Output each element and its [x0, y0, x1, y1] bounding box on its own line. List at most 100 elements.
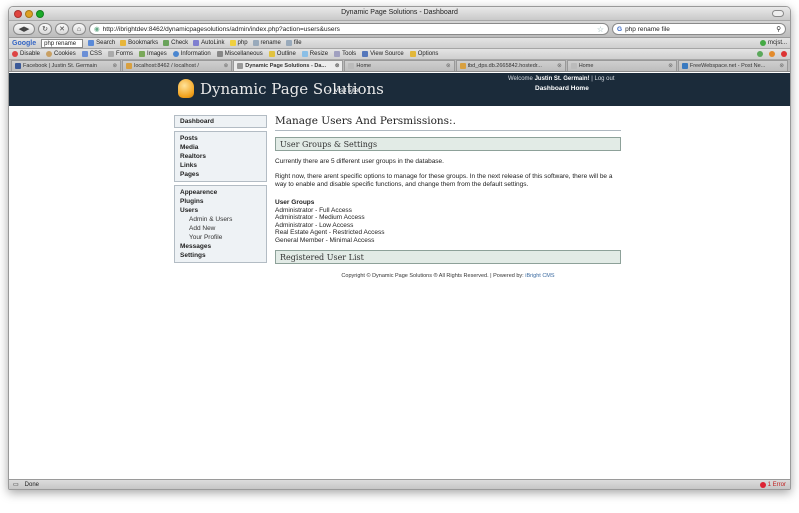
tab-freewebspace[interactable]: FreeWebspace.net - Post Ne... ⊗: [677, 60, 788, 71]
sidebar-subitem-your-profile[interactable]: Your Profile: [180, 233, 261, 242]
tab-close-icon[interactable]: ⊗: [224, 63, 229, 69]
user-groups-heading: User Groups: [275, 199, 315, 206]
list-item: General Member - Minimal Access: [275, 236, 375, 244]
google-term-rename[interactable]: rename: [252, 40, 281, 46]
tab-home[interactable]: Home ⊗: [344, 60, 455, 71]
account-icon: [760, 40, 766, 46]
star-icon: [120, 40, 127, 46]
list-item: Administrator - Low Access: [275, 221, 354, 229]
wd-view-source[interactable]: View Source: [362, 51, 404, 57]
resize-icon: [301, 51, 308, 57]
tab-close-icon[interactable]: ⊗: [668, 63, 673, 69]
logout-link[interactable]: Log out: [595, 76, 615, 82]
reload-button[interactable]: ↻: [38, 23, 52, 35]
google-term-php[interactable]: php: [229, 40, 248, 46]
sidebar-subitem-admin-users[interactable]: Admin & Users: [180, 215, 261, 224]
google-account-button[interactable]: mcjst...: [760, 40, 787, 46]
tab-home-2[interactable]: Home ⊗: [566, 60, 677, 71]
tab-close-icon[interactable]: ⊗: [779, 63, 784, 69]
stop-icon: ✕: [59, 26, 65, 33]
tab-close-icon[interactable]: ⊗: [113, 63, 118, 69]
sidebar-item-pages[interactable]: Pages: [180, 170, 261, 179]
tab-localhost[interactable]: localhost:8462 / localhost / ⊗: [122, 60, 233, 71]
browser-window: Dynamic Page Solutions - Dashboard ◀▶ ↻ …: [8, 6, 791, 490]
sidebar-item-posts[interactable]: Posts: [180, 134, 261, 143]
user-groups-panel-header[interactable]: User Groups & Settings: [275, 137, 621, 151]
sidebar-group-content: Posts Media Realtors Links Pages: [174, 131, 267, 182]
favicon-icon: [237, 63, 244, 69]
page-icon: [252, 40, 259, 46]
copyright-text: Copyright © Dynamic Page Solutions ® All…: [341, 273, 524, 279]
sidebar-item-appearance[interactable]: Appearence: [180, 188, 261, 197]
search-input[interactable]: php rename file: [625, 26, 773, 33]
stop-button[interactable]: ✕: [55, 23, 69, 35]
footer-copyright: Copyright © Dynamic Page Solutions ® All…: [275, 273, 621, 279]
bookmark-star-icon[interactable]: ☆: [597, 25, 604, 34]
url-text[interactable]: http://ibrightdev:8462/dynamicpagesoluti…: [103, 26, 594, 33]
status-error-icon[interactable]: [781, 51, 787, 57]
registered-users-panel-header[interactable]: Registered User List: [275, 250, 621, 264]
wd-resize[interactable]: Resize: [301, 51, 328, 57]
search-icon[interactable]: ⚲: [776, 25, 781, 33]
google-search-input[interactable]: php rename: [41, 38, 84, 48]
tab-close-icon[interactable]: ⊗: [335, 63, 340, 69]
status-bar: ▭ Done 1 Error: [9, 479, 790, 489]
status-window-icon[interactable]: ▭: [13, 481, 19, 488]
home-button[interactable]: ⌂: [72, 23, 86, 35]
status-warning-icon[interactable]: [769, 51, 775, 57]
toolbar-toggle-button[interactable]: [772, 10, 784, 17]
favicon-icon: [570, 63, 577, 69]
sidebar-item-realtors[interactable]: Realtors: [180, 152, 261, 161]
site-identity-icon: ◉: [94, 26, 100, 33]
admin-sidebar: Dashboard Posts Media Realtors Links Pag…: [174, 115, 267, 266]
info-icon: [172, 51, 179, 57]
search-engine-icon[interactable]: G: [617, 26, 622, 33]
wd-disable[interactable]: Disable: [12, 51, 40, 57]
wd-outline[interactable]: Outline: [268, 51, 296, 57]
wd-cookies[interactable]: Cookies: [46, 51, 76, 57]
sidebar-item-users[interactable]: Users: [180, 206, 261, 215]
powered-by-link[interactable]: iBright CMS: [525, 273, 554, 279]
google-term-file[interactable]: file: [285, 40, 302, 46]
sidebar-item-media[interactable]: Media: [180, 143, 261, 152]
search-bar[interactable]: G php rename file ⚲: [612, 23, 786, 35]
user-groups-list: User Groups Administrator - Full Access …: [275, 199, 621, 244]
status-check-icon[interactable]: [757, 51, 763, 57]
wd-images[interactable]: Images: [139, 51, 167, 57]
tab-close-icon[interactable]: ⊗: [446, 63, 451, 69]
tab-dashboard[interactable]: Dynamic Page Solutions - Da... ⊗: [233, 60, 344, 71]
home-icon: ⌂: [76, 25, 82, 33]
sidebar-subitem-add-new[interactable]: Add New: [180, 224, 261, 233]
back-forward-button[interactable]: ◀▶: [13, 23, 35, 35]
forms-icon: [108, 51, 115, 57]
wd-css[interactable]: CSS: [81, 51, 102, 57]
css-icon: [81, 51, 88, 57]
error-icon: [759, 481, 766, 488]
tab-close-icon[interactable]: ⊗: [557, 63, 562, 69]
sidebar-group-dashboard: Dashboard: [174, 115, 267, 128]
google-toolbar: Google php rename Search Bookmarks Check…: [9, 38, 790, 49]
google-autolink-button[interactable]: AutoLink: [193, 40, 225, 46]
address-bar[interactable]: ◉ http://ibrightdev:8462/dynamicpagesolu…: [89, 23, 609, 35]
google-logo: Google: [12, 39, 37, 47]
wd-tools[interactable]: Tools: [334, 51, 356, 57]
sidebar-item-messages[interactable]: Messages: [180, 242, 261, 251]
visit-site-link[interactable]: ← Visit site: [326, 87, 358, 94]
favicon-icon: [681, 63, 688, 69]
sidebar-item-settings[interactable]: Settings: [180, 251, 261, 260]
tab-facebook[interactable]: Facebook | Justin St. Germain ⊗: [11, 60, 122, 71]
sidebar-item-plugins[interactable]: Plugins: [180, 197, 261, 206]
google-check-button[interactable]: Check: [163, 40, 188, 46]
sidebar-item-links[interactable]: Links: [180, 161, 261, 170]
site-header: Dynamic Page Solutions ← Visit site Welc…: [9, 73, 790, 106]
sidebar-item-dashboard[interactable]: Dashboard: [180, 117, 261, 126]
wd-information[interactable]: Information: [172, 51, 211, 57]
wd-options[interactable]: Options: [409, 51, 438, 57]
tab-tbd-dps[interactable]: tbd_dps.db.2665842.hostedr... ⊗: [455, 60, 566, 71]
google-search-button[interactable]: Search: [88, 40, 115, 46]
error-console-button[interactable]: 1 Error: [759, 481, 786, 488]
dashboard-home-link[interactable]: Dashboard Home: [535, 85, 589, 92]
google-bookmarks-button[interactable]: Bookmarks: [120, 40, 158, 46]
wd-forms[interactable]: Forms: [108, 51, 133, 57]
wd-miscellaneous[interactable]: Miscellaneous: [216, 51, 263, 57]
